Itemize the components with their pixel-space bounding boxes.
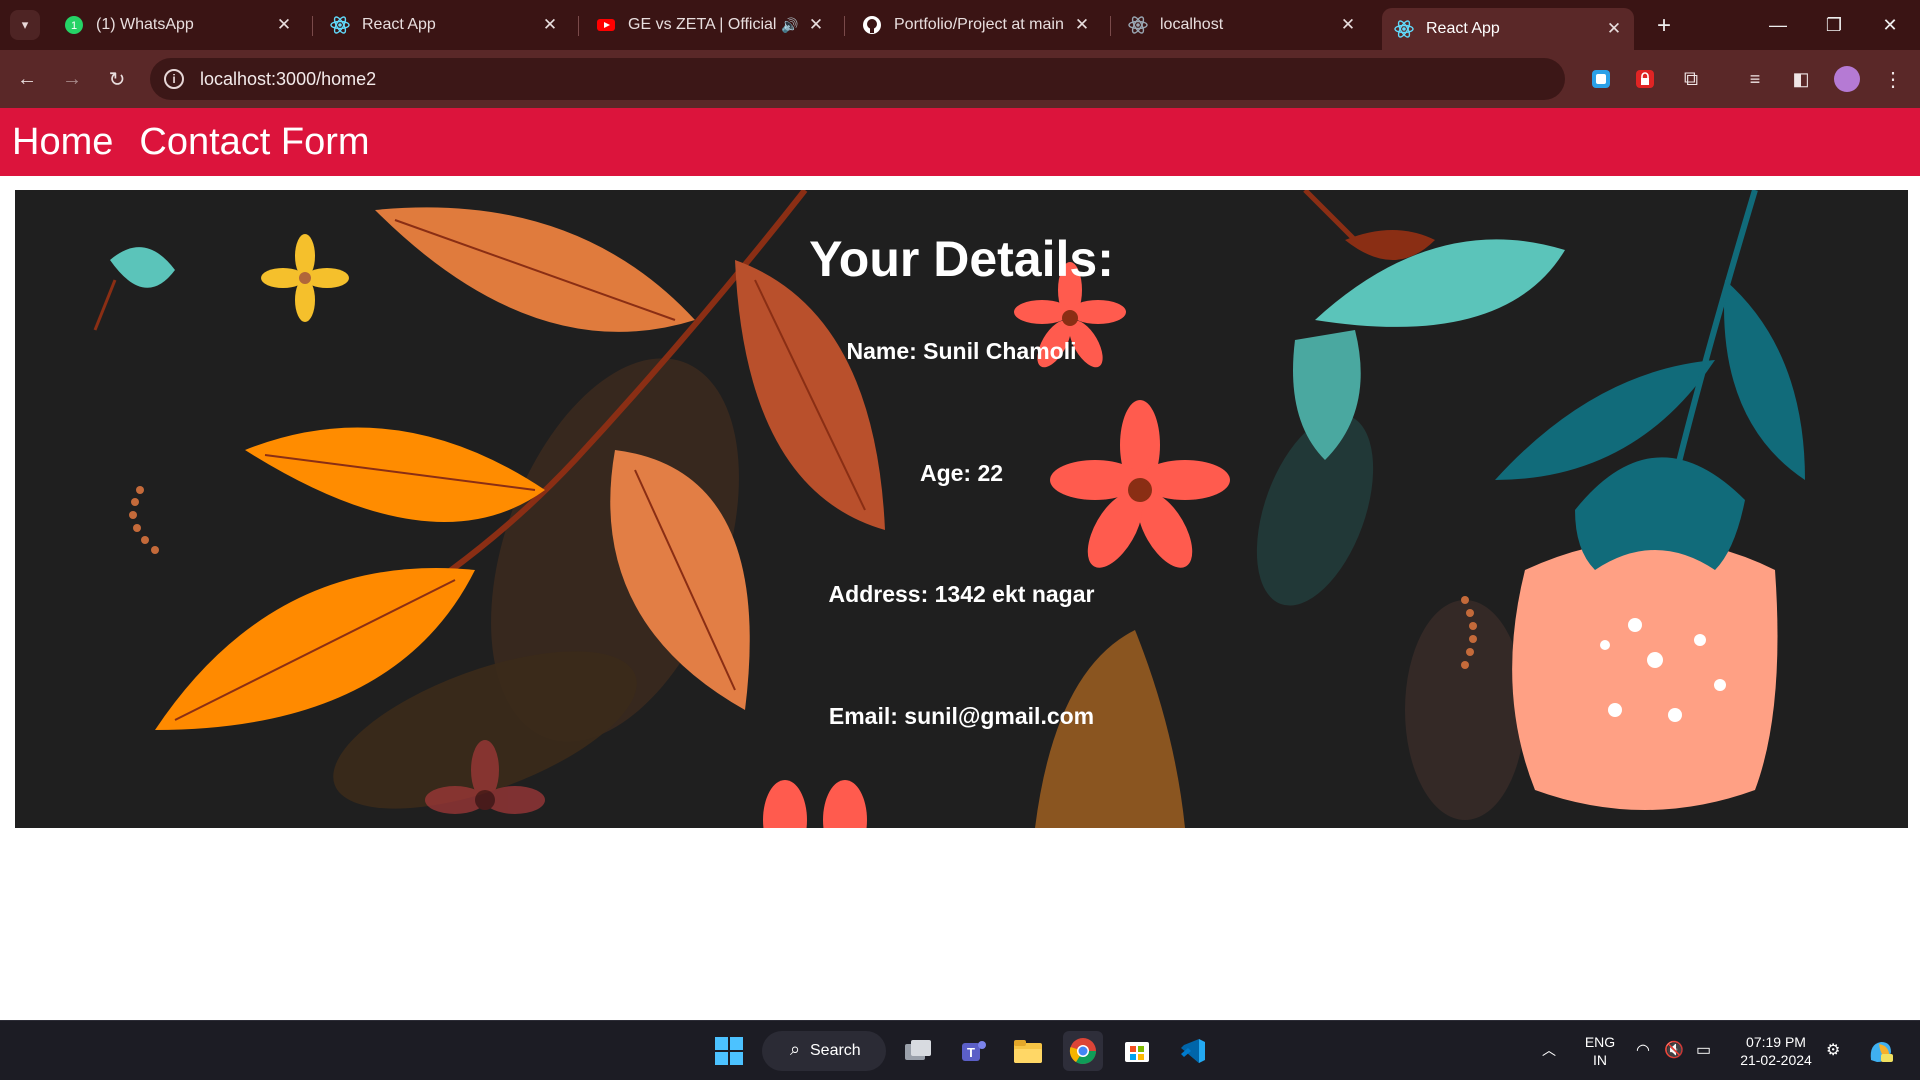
detail-email: Email: sunil@gmail.com [828,703,1095,729]
show-hidden-icons-icon[interactable]: ︿ [1542,1040,1556,1060]
tab-divider [844,16,845,36]
details-card: Your Details: Name: Sunil Chamoli Age: 2… [15,190,1908,828]
language-indicator[interactable]: ENG IN [1580,1033,1620,1069]
audio-playing-icon[interactable]: 🔊 [778,13,802,37]
region-code: IN [1593,1052,1607,1068]
clock[interactable]: 07:19 PM 21-02-2024 [1734,1033,1818,1069]
url-text[interactable]: localhost:3000/home2 [200,69,376,90]
address-bar[interactable]: i localhost:3000/home2 [150,58,1565,100]
task-view-icon[interactable] [898,1031,938,1071]
tab-strip: ▾ 1 (1) WhatsApp ✕ React App ✕ GE vs ZET… [0,0,1920,50]
teams-icon[interactable]: T [953,1031,993,1071]
back-button[interactable]: ← [11,63,43,95]
svg-text:1: 1 [71,20,77,32]
github-icon [862,15,882,35]
tab-title: localhost [1160,16,1224,33]
reload-button[interactable]: ↻ [101,63,133,95]
minimize-button[interactable]: — [1758,10,1798,40]
close-tab-icon[interactable]: ✕ [804,13,828,37]
search-icon: ⌕ [790,1039,801,1059]
detail-name: Name: Sunil Chamoli [846,338,1077,364]
svg-text:T: T [967,1045,975,1060]
close-window-button[interactable]: ✕ [1870,10,1910,40]
side-panel-icon[interactable]: ◧ [1788,66,1814,92]
details-content: Your Details: Name: Sunil Chamoli Age: 2… [15,190,1908,828]
copilot-icon[interactable] [1862,1033,1898,1069]
tab-title: Portfolio/Project at main · S [894,16,1070,33]
search-label: Search [810,1042,861,1059]
wifi-icon[interactable]: ◠ [1636,1040,1650,1060]
battery-icon[interactable]: ▭ [1696,1040,1711,1060]
tab-react-app[interactable]: React App ✕ [318,8,570,42]
react-icon [1394,19,1414,39]
windows-logo-icon [715,1037,743,1065]
notification-settings-icon[interactable]: ⚙ [1826,1040,1840,1060]
windows-taskbar: ⌕ Search T ︿ ENG IN ◠ 🔇 ▭ 07:19 PM 21-02… [0,1020,1920,1080]
new-tab-button[interactable]: + [1650,12,1678,40]
react-icon [330,15,350,35]
close-tab-icon[interactable]: ✕ [1070,13,1094,37]
tab-title: React App [1426,20,1500,37]
profile-avatar[interactable] [1834,66,1860,92]
detail-age: Age: 22 [919,460,1004,486]
language-code: ENG [1584,1034,1616,1050]
microsoft-store-icon[interactable] [1117,1031,1157,1071]
nav-contact-form-link[interactable]: Contact Form [139,121,369,164]
tab-divider [578,16,579,36]
tab-title: React App [362,16,436,33]
volume-muted-icon[interactable]: 🔇 [1664,1040,1684,1060]
extensions-puzzle-icon[interactable]: ⧉ [1678,66,1704,92]
tab-youtube[interactable]: GE vs ZETA | Official W 🔊 ✕ [584,8,836,42]
close-tab-icon[interactable]: ✕ [1602,17,1626,41]
nav-home-link[interactable]: Home [12,121,113,164]
detail-address: Address: 1342 ekt nagar [828,581,1095,607]
close-tab-icon[interactable]: ✕ [538,13,562,37]
tab-react-app-active[interactable]: React App ✕ [1382,8,1634,50]
media-controls-icon[interactable]: ≡ [1742,66,1768,92]
close-tab-icon[interactable]: ✕ [1336,13,1360,37]
tab-title: (1) WhatsApp [96,16,194,33]
details-heading: Your Details: [809,231,1114,287]
tab-title: GE vs ZETA | Official W [628,16,778,33]
tab-divider [1110,16,1111,36]
tab-whatsapp[interactable]: 1 (1) WhatsApp ✕ [52,8,304,42]
browser-menu-icon[interactable]: ⋮ [1880,66,1906,92]
chrome-icon[interactable] [1063,1031,1103,1071]
clock-time: 07:19 PM [1746,1034,1806,1050]
vscode-icon[interactable] [1172,1031,1212,1071]
tab-github[interactable]: Portfolio/Project at main · S ✕ [850,8,1102,42]
extension-translate-icon[interactable] [1588,66,1614,92]
clock-date: 21-02-2024 [1740,1052,1812,1068]
react-icon [1128,15,1148,35]
close-tab-icon[interactable]: ✕ [272,13,296,37]
browser-toolbar: ← → ↻ i localhost:3000/home2 ⇩ ☆ ⧉ ≡ ◧ ⋮ [0,50,1920,134]
extension-lock-icon[interactable] [1632,66,1658,92]
tab-localhost[interactable]: localhost ✕ [1116,8,1368,42]
file-explorer-icon[interactable] [1008,1031,1048,1071]
tab-search-menu-button[interactable]: ▾ [10,10,40,40]
tab-divider [312,16,313,36]
restore-button[interactable]: ❐ [1814,10,1854,40]
taskbar-search[interactable]: ⌕ Search [762,1031,886,1071]
whatsapp-icon: 1 [64,15,84,35]
youtube-icon [596,15,616,35]
app-navbar: Home Contact Form [0,108,1920,176]
forward-button[interactable]: → [56,63,88,95]
start-button[interactable] [709,1031,749,1071]
site-info-icon[interactable]: i [164,69,184,89]
